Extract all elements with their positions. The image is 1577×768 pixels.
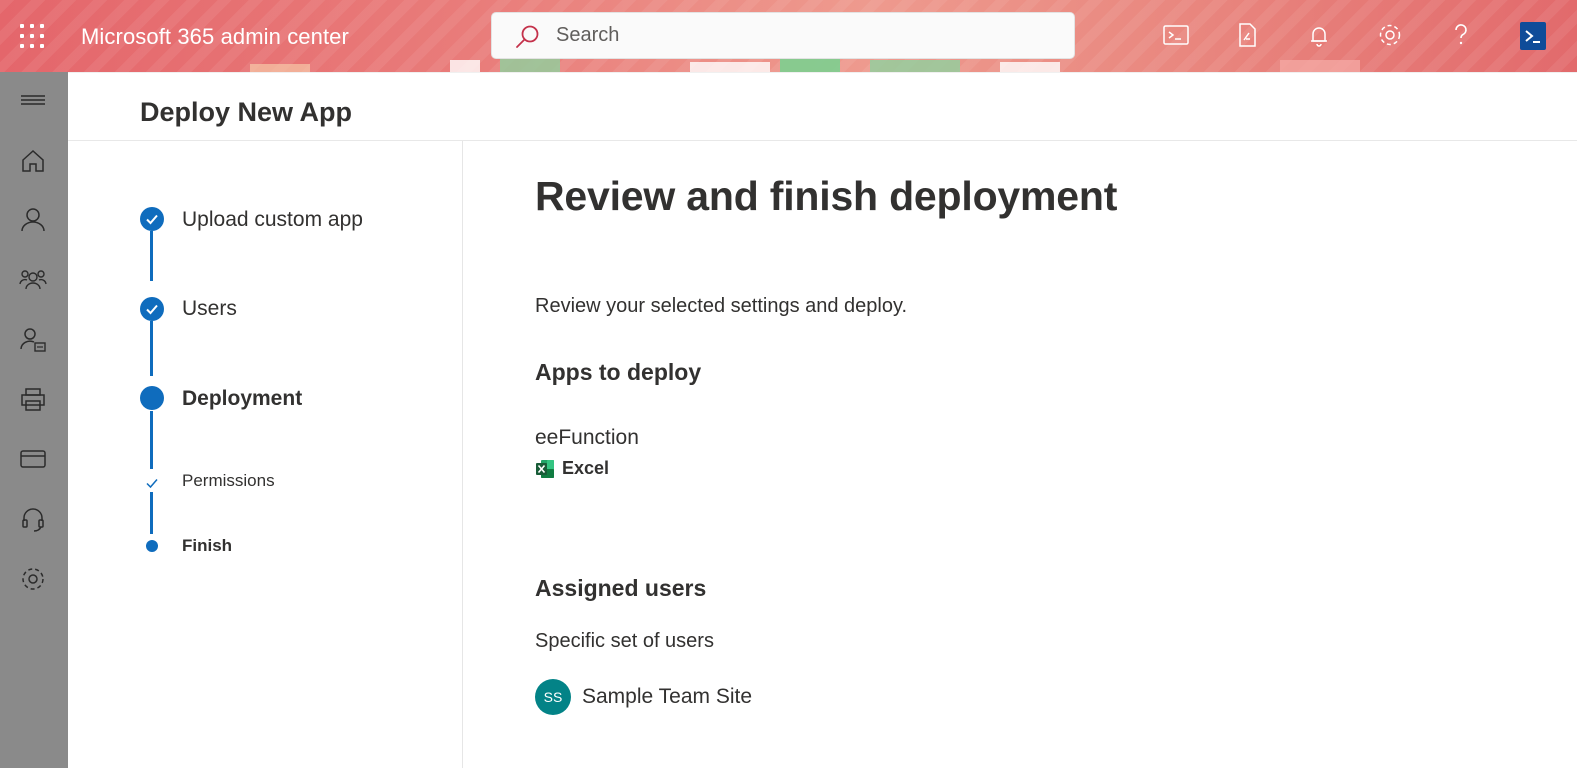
help-icon[interactable] bbox=[1446, 20, 1476, 50]
search-icon bbox=[516, 25, 539, 48]
step-connector bbox=[150, 492, 153, 534]
search-box[interactable] bbox=[491, 12, 1075, 59]
search-input[interactable] bbox=[556, 13, 1056, 58]
app-name: eeFunction bbox=[535, 426, 639, 449]
user-name: Sample Team Site bbox=[582, 685, 753, 708]
left-nav-rail bbox=[0, 72, 68, 768]
bell-icon[interactable] bbox=[1304, 20, 1334, 50]
printer-icon[interactable] bbox=[17, 383, 49, 415]
assigned-users-heading: Assigned users bbox=[535, 575, 707, 601]
step-users[interactable]: Users bbox=[182, 297, 237, 321]
main-content: Review and finish deployment Review your… bbox=[463, 141, 1577, 768]
step-completed-check-icon bbox=[140, 297, 164, 321]
step-connector bbox=[150, 321, 153, 376]
powershell-icon[interactable] bbox=[1520, 22, 1546, 50]
top-bar: Microsoft 365 admin center bbox=[0, 0, 1577, 72]
billing-card-icon[interactable] bbox=[17, 443, 49, 475]
app-host: Excel bbox=[535, 458, 609, 479]
headset-icon[interactable] bbox=[17, 503, 49, 535]
menu-icon[interactable] bbox=[17, 85, 49, 117]
avatar: SS bbox=[535, 679, 571, 715]
page-header: Deploy New App bbox=[68, 72, 1577, 141]
group-icon[interactable] bbox=[17, 264, 49, 296]
step-connector bbox=[150, 231, 153, 281]
page-title: Deploy New App bbox=[140, 97, 353, 127]
user-badge-icon[interactable] bbox=[17, 324, 49, 356]
app-host-label: Excel bbox=[562, 458, 610, 478]
review-description: Review your selected settings and deploy… bbox=[535, 295, 908, 317]
substep-check-icon bbox=[146, 479, 158, 489]
step-upload-custom-app[interactable]: Upload custom app bbox=[182, 208, 363, 232]
substep-finish[interactable]: Finish bbox=[182, 536, 232, 556]
substep-permissions[interactable]: Permissions bbox=[182, 471, 275, 491]
app-launcher-icon[interactable] bbox=[20, 24, 44, 48]
substep-current-indicator bbox=[146, 540, 158, 552]
terminal-icon[interactable] bbox=[1161, 20, 1191, 50]
step-connector bbox=[150, 411, 153, 469]
app-title[interactable]: Microsoft 365 admin center bbox=[81, 24, 349, 50]
user-icon[interactable] bbox=[17, 204, 49, 236]
settings-gear-icon[interactable] bbox=[1375, 20, 1405, 50]
section-title: Review and finish deployment bbox=[535, 173, 1118, 219]
assigned-user: SS Sample Team Site bbox=[535, 679, 752, 715]
step-completed-check-icon bbox=[140, 207, 164, 231]
home-icon[interactable] bbox=[17, 145, 49, 177]
step-current-indicator bbox=[140, 386, 164, 410]
wizard-stepper: Upload custom app Users Deployment Permi… bbox=[68, 141, 463, 768]
excel-icon bbox=[536, 459, 554, 478]
assignment-scope: Specific set of users bbox=[535, 630, 714, 652]
step-deployment[interactable]: Deployment bbox=[182, 387, 302, 411]
apps-to-deploy-heading: Apps to deploy bbox=[535, 359, 702, 385]
gear-icon[interactable] bbox=[17, 563, 49, 595]
document-icon[interactable] bbox=[1232, 20, 1262, 50]
